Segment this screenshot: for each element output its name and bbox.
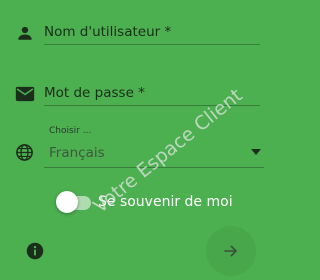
password-field[interactable]: [44, 83, 260, 103]
envelope-icon: [15, 86, 35, 102]
globe-icon: [16, 144, 33, 161]
language-select-label: Choisir ...: [49, 126, 92, 136]
language-underline: [44, 167, 264, 168]
password-underline: [44, 105, 260, 106]
info-icon[interactable]: [26, 242, 44, 260]
remember-me-label: Se souvenir de moi: [98, 194, 233, 210]
language-select-value: Français: [49, 145, 105, 161]
username-underline: [44, 44, 260, 45]
username-field[interactable]: [44, 22, 260, 42]
person-icon: [18, 26, 32, 40]
caret-down-icon: [251, 149, 261, 155]
submit-button[interactable]: [206, 226, 256, 276]
arrow-right-icon: [224, 245, 237, 257]
language-select[interactable]: Français: [44, 138, 264, 168]
toggle-thumb: [56, 191, 78, 213]
